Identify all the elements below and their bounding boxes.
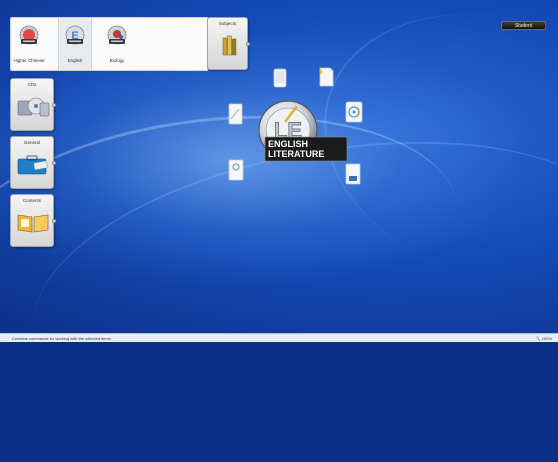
tab-cds[interactable]: CDs xyxy=(10,78,56,131)
subject-label: Higher Chinese xyxy=(13,58,45,63)
status-bar: Contains commands for working with the s… xyxy=(0,333,558,342)
student-button[interactable]: Student xyxy=(501,21,546,30)
tab-subjects[interactable]: Subjects xyxy=(207,17,250,70)
zoom-value: 100% xyxy=(541,336,552,341)
english-icon: E xyxy=(65,25,85,45)
subject-english[interactable]: E English xyxy=(58,18,92,70)
tablet-icon[interactable] xyxy=(272,68,288,88)
briefcase-icon xyxy=(17,155,48,175)
subject-label: English xyxy=(67,58,83,63)
tab-knob xyxy=(52,102,56,107)
cds-icon xyxy=(17,97,50,117)
zoom-level[interactable]: 🔍 100% xyxy=(536,336,552,341)
books-icon xyxy=(222,35,237,56)
subject-biology[interactable]: Biology xyxy=(101,18,133,70)
logo-line2: LITERATURE xyxy=(268,149,324,159)
zoom-icon: 🔍 xyxy=(535,336,541,341)
tab-contents[interactable]: Contents xyxy=(10,194,56,247)
biology-icon xyxy=(107,25,127,45)
tab-knob xyxy=(52,218,56,223)
disc-icon[interactable] xyxy=(226,159,246,183)
tab-label: General xyxy=(23,140,40,145)
english-literature-logo[interactable]: LE ENGLISH LITERATURE xyxy=(255,100,350,172)
document-icon[interactable] xyxy=(317,67,335,87)
notebook-icon[interactable] xyxy=(226,103,244,125)
tab-knob xyxy=(52,160,56,165)
subject-higher-chinese[interactable]: Higher Chinese xyxy=(13,18,45,70)
tab-label: Subjects xyxy=(218,21,237,26)
logo-line1: ENGLISH xyxy=(268,139,308,149)
status-text: Contains commands for working with the s… xyxy=(12,336,112,341)
subject-label: Biology xyxy=(109,58,125,63)
tab-label: CDs xyxy=(27,82,37,87)
open-book-icon xyxy=(17,214,49,233)
tab-knob xyxy=(246,41,250,46)
background-swoosh xyxy=(0,84,475,399)
tab-general[interactable]: General xyxy=(10,136,56,189)
tab-label: Contents xyxy=(22,198,41,203)
higher-chinese-icon xyxy=(19,25,39,45)
subject-selector-panel: Higher Chinese E English Biology xyxy=(10,17,208,71)
